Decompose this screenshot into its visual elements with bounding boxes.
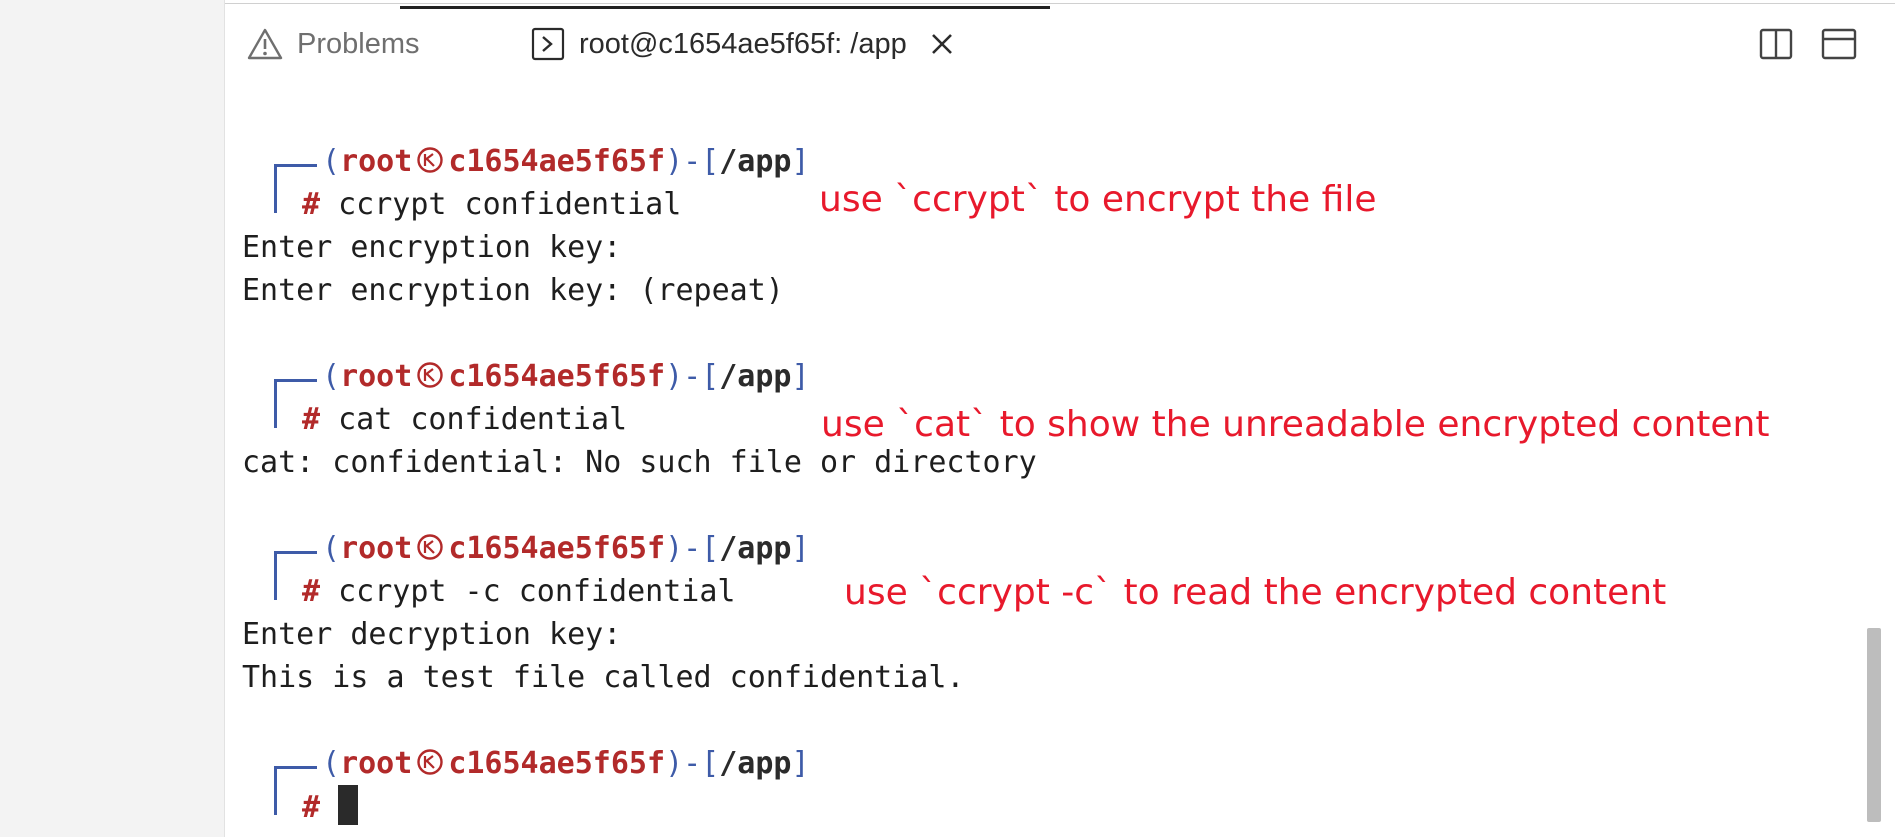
output-line: Enter encryption key: (repeat) <box>242 273 784 308</box>
annotation-encrypt: use `ccrypt` to encrypt the file <box>819 179 1377 220</box>
annotation-decrypt: use `ccrypt -c` to read the encrypted co… <box>844 572 1667 613</box>
text-cursor <box>338 785 359 825</box>
output-line: Enter encryption key: <box>242 230 622 265</box>
maximize-panel-icon[interactable] <box>1821 28 1857 65</box>
kali-skull-icon <box>417 749 444 775</box>
prompt-command-line: # ccrypt -c confidential <box>302 574 736 609</box>
tab-problems[interactable]: Problems <box>247 22 420 66</box>
command-text: ccrypt confidential <box>338 187 682 222</box>
prompt-command-line: # ccrypt confidential <box>302 187 682 222</box>
kali-skull-icon <box>417 534 444 560</box>
warning-icon <box>247 27 283 61</box>
kali-skull-icon <box>417 362 444 388</box>
split-editor-icon[interactable] <box>1759 28 1793 65</box>
close-icon[interactable] <box>929 31 955 57</box>
kali-skull-icon <box>417 147 444 173</box>
terminal-scrollbar[interactable] <box>1867 628 1881 822</box>
command-text: cat confidential <box>338 402 628 437</box>
prompt-header: (root c1654ae5f65f)-[/app] <box>322 144 810 179</box>
output-line: This is a test file called confidential. <box>242 660 965 695</box>
output-line: cat: confidential: No such file or direc… <box>242 445 1037 480</box>
tab-terminal[interactable]: root@c1654ae5f65f: /app <box>531 22 955 66</box>
tab-problems-label: Problems <box>297 27 420 60</box>
tab-terminal-label: root@c1654ae5f65f: /app <box>579 27 907 60</box>
annotation-cat: use `cat` to show the unreadable encrypt… <box>821 404 1770 445</box>
terminal-icon <box>531 27 565 61</box>
prompt-header: (root c1654ae5f65f)-[/app] <box>322 359 810 394</box>
prompt-command-line[interactable]: # <box>302 785 359 828</box>
command-text: ccrypt -c confidential <box>338 574 736 609</box>
prompt-command-line: # cat confidential <box>302 402 628 437</box>
terminal-panel: Problems root@c1654ae5f65f: /app (root c… <box>224 0 1895 837</box>
panel-tab-bar: Problems root@c1654ae5f65f: /app <box>225 4 1895 80</box>
prompt-header: (root c1654ae5f65f)-[/app] <box>322 531 810 566</box>
prompt-header: (root c1654ae5f65f)-[/app] <box>322 746 810 781</box>
output-line: Enter decryption key: <box>242 617 622 652</box>
